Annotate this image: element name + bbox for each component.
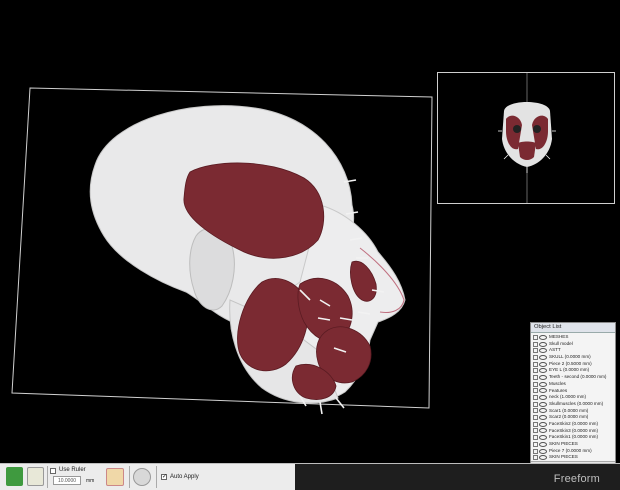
visibility-icon[interactable] (539, 421, 547, 427)
3d-viewport[interactable]: Object List MESHES Skull model ASTT SKULL (… (0, 0, 620, 470)
visibility-icon[interactable] (539, 395, 547, 401)
separator (156, 466, 157, 488)
expand-icon[interactable] (533, 421, 538, 427)
list-item[interactable]: neck (1.0000 mm) (533, 394, 613, 401)
visibility-icon[interactable] (539, 388, 547, 394)
list-item[interactable]: EYE L (0.0000 mm) (533, 367, 613, 374)
auto-apply-label: Auto Apply (170, 474, 199, 480)
list-item-label: ASTT (549, 347, 561, 353)
visibility-icon[interactable] (539, 374, 547, 380)
list-item-label: FaceSkin2 (0.0000 mm) (549, 420, 599, 426)
expand-icon[interactable] (533, 354, 538, 360)
bottom-toolbar: Use Ruler 10.0000 mm ✓ Auto Apply Freefo… (0, 463, 620, 490)
visibility-icon[interactable] (539, 401, 547, 407)
list-item-label: SKIN PIECES (549, 441, 578, 446)
expand-icon[interactable] (533, 415, 538, 421)
list-item[interactable]: Muscles (533, 381, 613, 388)
auto-apply-checkbox[interactable]: ✓ (161, 474, 167, 480)
brand-logo: Freeform (553, 473, 600, 485)
list-item[interactable]: ASTT (533, 347, 613, 354)
list-item-label: FaceSkin1 (0.0000 mm) (549, 434, 599, 440)
list-item[interactable]: FaceSkin1 (0.0000 mm) (533, 434, 613, 441)
expand-icon[interactable] (533, 408, 538, 414)
list-item-label: SKULL (0.0000 mm) (549, 354, 591, 360)
separator (47, 466, 48, 488)
skull-model-view[interactable] (0, 0, 620, 463)
list-item-label: Muscles (549, 380, 566, 386)
visibility-icon[interactable] (539, 435, 547, 441)
expand-icon[interactable] (533, 341, 538, 347)
expand-icon[interactable] (533, 368, 538, 374)
list-item[interactable]: FaceSkin3 (0.0000 mm) (533, 428, 613, 435)
expand-icon[interactable] (533, 361, 538, 367)
expand-icon[interactable] (533, 401, 538, 407)
expand-icon[interactable] (533, 448, 538, 454)
list-item[interactable]: Piece 2 (0.5000 mm) (533, 361, 613, 368)
list-item[interactable]: Teeth - second (0.0000 mm) (533, 374, 613, 381)
expand-icon[interactable] (533, 428, 538, 434)
use-ruler-label: Use Ruler (59, 467, 86, 473)
sphere-tool-icon[interactable] (133, 468, 151, 486)
front-view-skull (498, 73, 556, 203)
visibility-icon[interactable] (539, 381, 547, 387)
list-item-label: Scar2 (0.0000 mm) (549, 414, 589, 420)
list-item-label: Piece 7 (0.0000 mm) (549, 447, 592, 453)
expand-icon[interactable] (533, 435, 538, 441)
list-item[interactable]: SKULL (0.0000 mm) (533, 354, 613, 361)
visibility-icon[interactable] (539, 354, 547, 360)
expand-icon[interactable] (533, 395, 538, 401)
list-item[interactable]: MESHES (533, 334, 613, 341)
list-item[interactable]: Scar1 (0.0000 mm) (533, 408, 613, 415)
visibility-icon[interactable] (539, 348, 547, 354)
ruler-value-input[interactable]: 10.0000 (53, 476, 81, 485)
status-area: Freeform (295, 464, 620, 490)
visibility-icon[interactable] (539, 334, 547, 340)
list-item-label: Skullmuscles (0.0000 mm) (549, 400, 604, 406)
expand-icon[interactable] (533, 441, 538, 447)
apply-tool-icon[interactable] (106, 468, 124, 486)
list-item-label: Skull model (549, 340, 573, 346)
list-item[interactable]: Scar2 (0.0000 mm) (533, 414, 613, 421)
list-item[interactable]: Skull model (533, 341, 613, 348)
visibility-icon[interactable] (539, 448, 547, 454)
list-item[interactable]: Piece 7 (0.0000 mm) (533, 448, 613, 455)
graph-tool-icon[interactable] (27, 467, 44, 486)
list-item-label: Teeth - second (0.0000 mm) (549, 374, 607, 380)
visibility-icon[interactable] (539, 415, 547, 421)
sculpt-tool-icon[interactable] (6, 467, 23, 486)
list-item-label: Features (549, 387, 568, 393)
expand-icon[interactable] (533, 455, 538, 461)
expand-icon[interactable] (533, 348, 538, 354)
list-item[interactable]: FaceSkin2 (0.0000 mm) (533, 421, 613, 428)
expand-icon[interactable] (533, 334, 538, 340)
list-item-label: MESHES (549, 334, 569, 339)
visibility-icon[interactable] (539, 361, 547, 367)
list-item[interactable]: Skullmuscles (0.0000 mm) (533, 401, 613, 408)
visibility-icon[interactable] (539, 441, 547, 447)
list-item-label: EYE L (0.0000 mm) (549, 367, 590, 373)
visibility-icon[interactable] (539, 341, 547, 347)
list-item-label: Piece 2 (0.5000 mm) (549, 360, 592, 366)
separator (129, 466, 130, 488)
expand-icon[interactable] (533, 388, 538, 394)
visibility-icon[interactable] (539, 368, 547, 374)
visibility-icon[interactable] (539, 408, 547, 414)
list-item[interactable]: Features (533, 388, 613, 395)
visibility-icon[interactable] (539, 455, 547, 461)
object-list[interactable]: MESHES Skull model ASTT SKULL (0.0000 mm) Pi… (531, 333, 615, 469)
object-list-panel[interactable]: Object List MESHES Skull model ASTT SKULL (… (530, 322, 616, 470)
expand-icon[interactable] (533, 374, 538, 380)
list-item[interactable]: SKIN PIECES (533, 441, 613, 448)
use-ruler-checkbox[interactable] (50, 468, 56, 474)
front-view-inset[interactable] (437, 72, 615, 204)
list-item-label: neck (1.0000 mm) (549, 394, 587, 400)
list-item-label: FaceSkin3 (0.0000 mm) (549, 427, 599, 433)
unit-label: mm (86, 478, 95, 484)
expand-icon[interactable] (533, 381, 538, 387)
object-list-title: Object List (531, 323, 615, 333)
list-item-label: Scar1 (0.0000 mm) (549, 407, 589, 413)
visibility-icon[interactable] (539, 428, 547, 434)
